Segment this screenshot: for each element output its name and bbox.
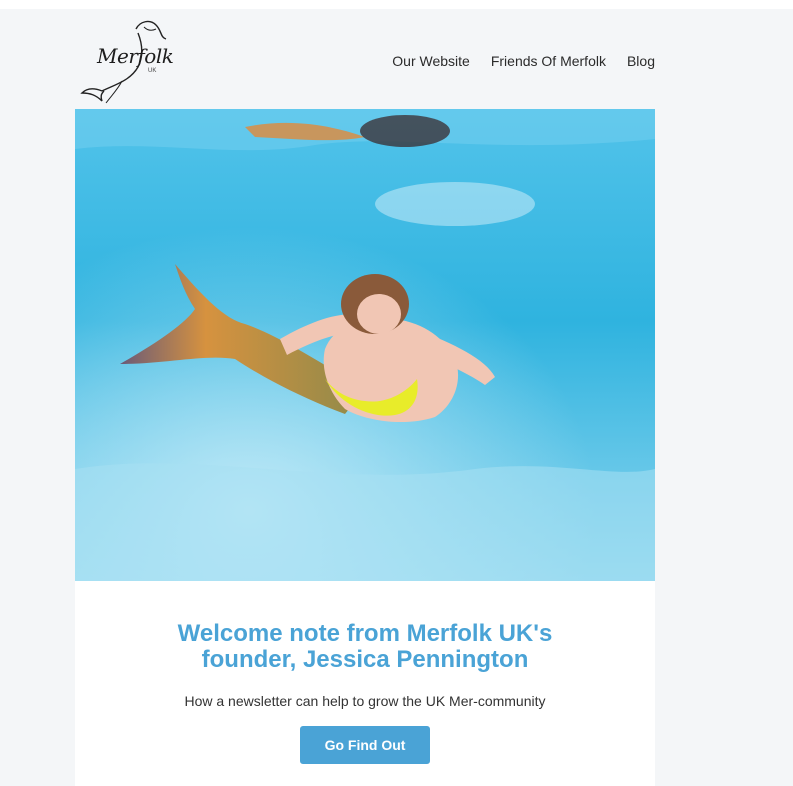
header-nav: Our Website Friends Of Merfolk Blog — [392, 53, 655, 69]
nav-link-friends-of-merfolk[interactable]: Friends Of Merfolk — [491, 53, 606, 69]
nav-link-our-website[interactable]: Our Website — [392, 53, 470, 69]
mermaid-underwater-photo — [75, 109, 655, 581]
welcome-section: Welcome note from Merfolk UK's founder, … — [75, 581, 655, 786]
logo-wordmark: Merfolk — [97, 44, 174, 68]
welcome-subtitle: How a newsletter can help to grow the UK… — [184, 693, 546, 709]
merfolk-logo[interactable]: Merfolk UK — [78, 15, 174, 105]
nav-link-blog[interactable]: Blog — [627, 53, 655, 69]
email-header: Merfolk UK Our Website Friends Of Merfol… — [75, 9, 655, 109]
go-find-out-button[interactable]: Go Find Out — [300, 726, 430, 764]
logo-subtext: UK — [148, 68, 157, 74]
welcome-title: Welcome note from Merfolk UK's founder, … — [177, 620, 553, 673]
hero-image — [75, 109, 655, 581]
